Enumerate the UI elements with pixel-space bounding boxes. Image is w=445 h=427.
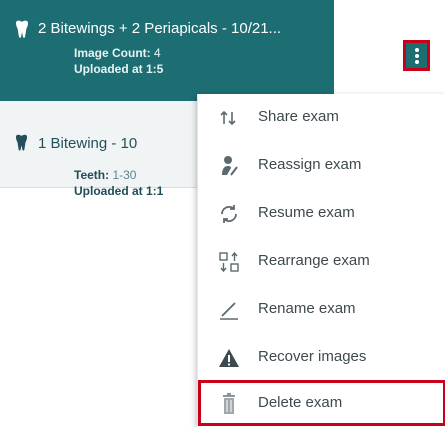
tooth-icon [16,20,28,38]
menu-item-label: Resume exam [258,204,355,221]
menu-item-delete-exam[interactable]: Delete exam [198,380,445,427]
uploaded-at: Uploaded at 1:1 [74,184,163,198]
menu-item-share-exam[interactable]: Share exam [198,94,445,142]
menu-item-label: Rearrange exam [258,252,370,269]
menu-item-label: Rename exam [258,300,356,317]
menu-item-label: Share exam [258,108,339,125]
menu-item-reassign-exam[interactable]: Reassign exam [198,142,445,190]
uploaded-at: Uploaded at 1:5 [74,62,163,76]
image-count-label: Image Count: [74,46,151,60]
resume-icon [221,205,237,223]
kebab-menu-icon [415,48,419,52]
menu-item-resume-exam[interactable]: Resume exam [198,190,445,238]
exam-card-selected[interactable]: 2 Bitewings + 2 Periapicals - 10/21... I… [0,0,334,101]
uploaded-at-label: Uploaded at 1:1 [74,184,164,198]
rearrange-icon [219,251,239,273]
exam-title: 1 Bitewing - 10 [38,135,138,152]
reassign-icon [222,156,238,176]
menu-item-recover-images[interactable]: Recover images [198,334,445,382]
menu-item-rearrange-exam[interactable]: Rearrange exam [198,238,445,286]
rename-icon [220,302,238,320]
image-count-value: 4 [154,46,161,60]
menu-item-label: Delete exam [258,394,343,411]
menu-item-rename-exam[interactable]: Rename exam [198,286,445,334]
exam-title: 2 Bitewings + 2 Periapicals - 10/21... [38,20,282,37]
kebab-menu-button[interactable] [403,40,430,71]
share-icon [220,110,236,126]
warning-icon [219,349,239,367]
teeth-label: Teeth: [74,168,110,182]
kebab-dot [415,54,419,58]
uploaded-at-label: Uploaded at 1:5 [74,62,164,76]
menu-item-label: Recover images [258,348,367,365]
menu-item-label: Reassign exam [258,156,362,173]
exam-context-menu: Share exam Reassign exam Resume exam Rea… [197,94,445,427]
teeth: Teeth: 1-30 [74,168,136,182]
tooth-icon [15,134,28,151]
trash-icon [223,393,235,414]
kebab-dot [415,60,419,64]
image-count: Image Count: 4 [74,46,161,60]
teeth-value: 1-30 [112,168,137,182]
